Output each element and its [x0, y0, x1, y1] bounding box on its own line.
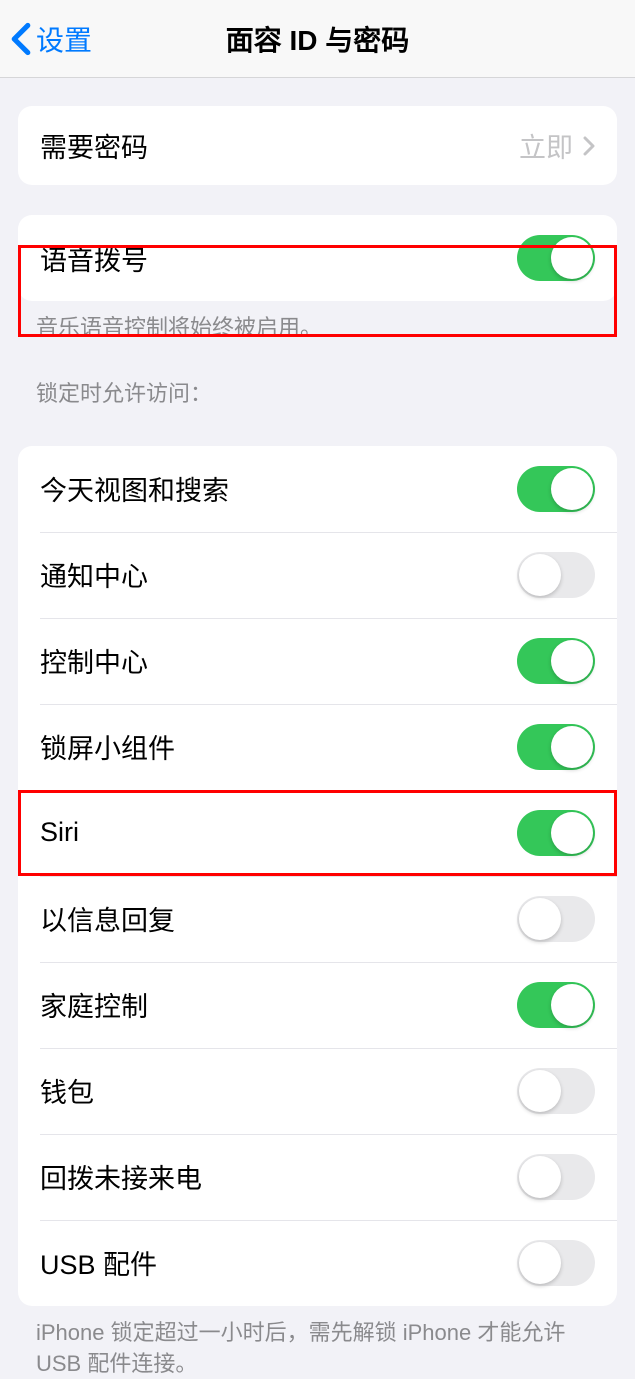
row-label: 回拨未接来电: [40, 1157, 202, 1196]
toggle-lock-item[interactable]: [517, 1240, 595, 1286]
chevron-left-icon: [10, 22, 32, 56]
toggle-knob: [551, 237, 593, 279]
toggle-knob: [551, 984, 593, 1026]
toggle-lock-item[interactable]: [517, 896, 595, 942]
toggle-knob: [551, 640, 593, 682]
toggle-knob: [551, 812, 593, 854]
row-label: 钱包: [40, 1071, 94, 1110]
back-label: 设置: [36, 19, 92, 59]
row-label: 家庭控制: [40, 985, 148, 1024]
row-label: 语音拨号: [40, 239, 148, 278]
row-lock-item: 控制中心: [18, 618, 617, 704]
navigation-bar: 设置 面容 ID 与密码: [0, 0, 635, 78]
toggle-knob: [519, 1070, 561, 1112]
footer-voice-dial: 音乐语音控制将始终被启用。: [0, 301, 635, 344]
toggle-lock-item[interactable]: [517, 1154, 595, 1200]
toggle-lock-item[interactable]: [517, 810, 595, 856]
row-lock-item: 钱包: [18, 1048, 617, 1134]
row-lock-item: 以信息回复: [18, 876, 617, 962]
row-value-text: 立即: [519, 126, 573, 165]
group-voice-dial: 语音拨号: [18, 215, 617, 301]
toggle-lock-item[interactable]: [517, 1068, 595, 1114]
row-label: Siri: [40, 817, 79, 848]
group-passcode: 需要密码 立即: [18, 106, 617, 185]
row-label: 需要密码: [40, 126, 148, 165]
content-area: 需要密码 立即 语音拨号 音乐语音控制将始终被启用。 锁定时允许访问： 今天视图…: [0, 106, 635, 1379]
toggle-voice-dial[interactable]: [517, 235, 595, 281]
row-lock-item: 锁屏小组件: [18, 704, 617, 790]
toggle-lock-item[interactable]: [517, 982, 595, 1028]
row-lock-item: 今天视图和搜索: [18, 446, 617, 532]
toggle-lock-item[interactable]: [517, 638, 595, 684]
toggle-knob: [519, 554, 561, 596]
row-voice-dial: 语音拨号: [18, 215, 617, 301]
row-lock-item: USB 配件: [18, 1220, 617, 1306]
row-lock-item: 回拨未接来电: [18, 1134, 617, 1220]
row-label: 以信息回复: [40, 899, 175, 938]
row-lock-item: 通知中心: [18, 532, 617, 618]
toggle-lock-item[interactable]: [517, 552, 595, 598]
row-label: 今天视图和搜索: [40, 469, 229, 508]
back-button[interactable]: 设置: [0, 19, 92, 59]
row-label: 锁屏小组件: [40, 727, 175, 766]
group-lock-access: 今天视图和搜索通知中心控制中心锁屏小组件 Siri 以信息回复家庭控制钱包回拨未接来…: [18, 446, 617, 1306]
row-value: 立即: [519, 126, 595, 165]
toggle-knob: [551, 468, 593, 510]
toggle-lock-item[interactable]: [517, 724, 595, 770]
toggle-lock-item[interactable]: [517, 466, 595, 512]
toggle-knob: [519, 898, 561, 940]
toggle-knob: [551, 726, 593, 768]
row-label: USB 配件: [40, 1243, 157, 1282]
row-require-passcode[interactable]: 需要密码 立即: [18, 106, 617, 185]
toggle-knob: [519, 1156, 561, 1198]
header-lock-access: 锁定时允许访问：: [0, 344, 635, 416]
row-lock-item: Siri: [18, 790, 617, 876]
row-lock-item: 家庭控制: [18, 962, 617, 1048]
row-label: 控制中心: [40, 641, 148, 680]
page-title: 面容 ID 与密码: [226, 19, 410, 59]
row-label: 通知中心: [40, 555, 148, 594]
footer-lock-access: iPhone 锁定超过一小时后，需先解锁 iPhone 才能允许USB 配件连接…: [0, 1306, 635, 1379]
toggle-knob: [519, 1242, 561, 1284]
chevron-right-icon: [583, 136, 595, 156]
